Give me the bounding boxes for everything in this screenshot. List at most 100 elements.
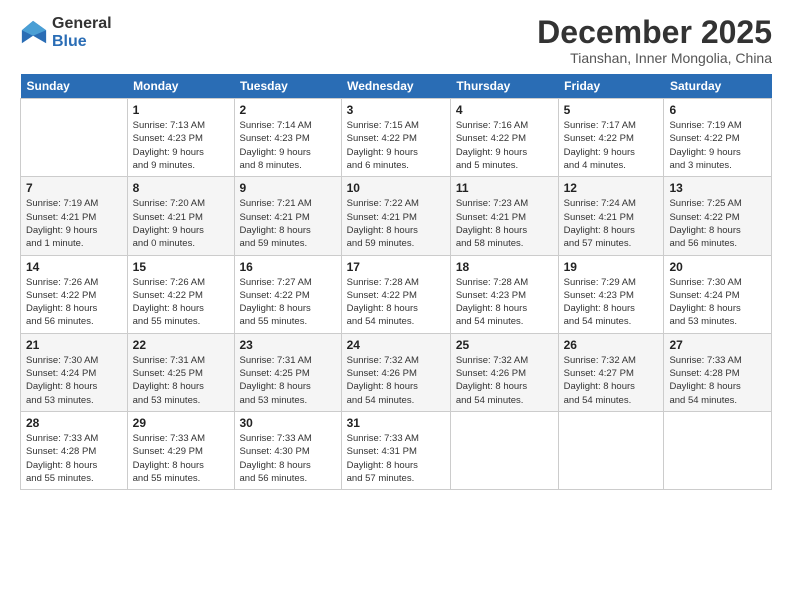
day-info: Sunrise: 7:19 AM Sunset: 4:22 PM Dayligh… bbox=[669, 119, 766, 172]
day-number: 10 bbox=[347, 181, 445, 195]
col-friday: Friday bbox=[558, 74, 664, 99]
calendar-cell: 28 Sunrise: 7:33 AM Sunset: 4:28 PM Dayli… bbox=[21, 411, 128, 489]
day-info: Sunrise: 7:32 AM Sunset: 4:26 PM Dayligh… bbox=[456, 354, 553, 407]
day-number: 19 bbox=[564, 260, 659, 274]
day-number: 11 bbox=[456, 181, 553, 195]
day-info: Sunrise: 7:30 AM Sunset: 4:24 PM Dayligh… bbox=[26, 354, 122, 407]
day-info: Sunrise: 7:27 AM Sunset: 4:22 PM Dayligh… bbox=[240, 276, 336, 329]
day-number: 5 bbox=[564, 103, 659, 117]
day-info: Sunrise: 7:33 AM Sunset: 4:28 PM Dayligh… bbox=[26, 432, 122, 485]
calendar-cell: 19 Sunrise: 7:29 AM Sunset: 4:23 PM Dayli… bbox=[558, 255, 664, 333]
day-info: Sunrise: 7:31 AM Sunset: 4:25 PM Dayligh… bbox=[133, 354, 229, 407]
logo-icon bbox=[20, 19, 48, 47]
calendar-cell: 23 Sunrise: 7:31 AM Sunset: 4:25 PM Dayli… bbox=[234, 333, 341, 411]
calendar-week-3: 14 Sunrise: 7:26 AM Sunset: 4:22 PM Dayli… bbox=[21, 255, 772, 333]
day-number: 20 bbox=[669, 260, 766, 274]
calendar-cell: 30Sunrise: 7:33 AM Sunset: 4:30 PM Dayli… bbox=[234, 411, 341, 489]
calendar-cell: 1Sunrise: 7:13 AM Sunset: 4:23 PM Daylig… bbox=[127, 99, 234, 177]
day-number: 6 bbox=[669, 103, 766, 117]
day-number: 23 bbox=[240, 338, 336, 352]
day-number: 9 bbox=[240, 181, 336, 195]
day-info: Sunrise: 7:30 AM Sunset: 4:24 PM Dayligh… bbox=[669, 276, 766, 329]
day-number: 7 bbox=[26, 181, 122, 195]
calendar-cell: 27 Sunrise: 7:33 AM Sunset: 4:28 PM Dayli… bbox=[664, 333, 772, 411]
day-number: 29 bbox=[133, 416, 229, 430]
calendar-cell: 3 Sunrise: 7:15 AM Sunset: 4:22 PM Daylig… bbox=[341, 99, 450, 177]
calendar-cell: 25 Sunrise: 7:32 AM Sunset: 4:26 PM Dayli… bbox=[450, 333, 558, 411]
calendar-cell: 15Sunrise: 7:26 AM Sunset: 4:22 PM Dayli… bbox=[127, 255, 234, 333]
day-number: 13 bbox=[669, 181, 766, 195]
calendar-cell: 9 Sunrise: 7:21 AM Sunset: 4:21 PM Daylig… bbox=[234, 177, 341, 255]
day-number: 12 bbox=[564, 181, 659, 195]
day-number: 25 bbox=[456, 338, 553, 352]
day-number: 2 bbox=[240, 103, 336, 117]
calendar-cell: 6 Sunrise: 7:19 AM Sunset: 4:22 PM Daylig… bbox=[664, 99, 772, 177]
calendar-week-4: 21 Sunrise: 7:30 AM Sunset: 4:24 PM Dayli… bbox=[21, 333, 772, 411]
day-number: 18 bbox=[456, 260, 553, 274]
day-number: 4 bbox=[456, 103, 553, 117]
day-number: 31 bbox=[347, 416, 445, 430]
day-info: Sunrise: 7:33 AM Sunset: 4:28 PM Dayligh… bbox=[669, 354, 766, 407]
header: General Blue December 2025 Tianshan, Inn… bbox=[20, 15, 772, 66]
calendar-cell: 10 Sunrise: 7:22 AM Sunset: 4:21 PM Dayli… bbox=[341, 177, 450, 255]
day-number: 14 bbox=[26, 260, 122, 274]
day-info: Sunrise: 7:22 AM Sunset: 4:21 PM Dayligh… bbox=[347, 197, 445, 250]
day-info: Sunrise: 7:29 AM Sunset: 4:23 PM Dayligh… bbox=[564, 276, 659, 329]
day-info: Sunrise: 7:28 AM Sunset: 4:22 PM Dayligh… bbox=[347, 276, 445, 329]
day-info: Sunrise: 7:19 AM Sunset: 4:21 PM Dayligh… bbox=[26, 197, 122, 250]
logo-text: General Blue bbox=[52, 15, 112, 51]
calendar-cell: 16Sunrise: 7:27 AM Sunset: 4:22 PM Dayli… bbox=[234, 255, 341, 333]
day-info: Sunrise: 7:32 AM Sunset: 4:26 PM Dayligh… bbox=[347, 354, 445, 407]
col-monday: Monday bbox=[127, 74, 234, 99]
day-number: 8 bbox=[133, 181, 229, 195]
day-info: Sunrise: 7:20 AM Sunset: 4:21 PM Dayligh… bbox=[133, 197, 229, 250]
day-info: Sunrise: 7:21 AM Sunset: 4:21 PM Dayligh… bbox=[240, 197, 336, 250]
day-info: Sunrise: 7:31 AM Sunset: 4:25 PM Dayligh… bbox=[240, 354, 336, 407]
day-info: Sunrise: 7:33 AM Sunset: 4:31 PM Dayligh… bbox=[347, 432, 445, 485]
calendar-cell bbox=[558, 411, 664, 489]
calendar-cell: 18 Sunrise: 7:28 AM Sunset: 4:23 PM Dayli… bbox=[450, 255, 558, 333]
day-number: 1 bbox=[133, 103, 229, 117]
day-number: 30 bbox=[240, 416, 336, 430]
day-info: Sunrise: 7:33 AM Sunset: 4:29 PM Dayligh… bbox=[133, 432, 229, 485]
day-number: 3 bbox=[347, 103, 445, 117]
calendar-cell: 26 Sunrise: 7:32 AM Sunset: 4:27 PM Dayli… bbox=[558, 333, 664, 411]
col-thursday: Thursday bbox=[450, 74, 558, 99]
day-number: 26 bbox=[564, 338, 659, 352]
page-container: General Blue December 2025 Tianshan, Inn… bbox=[0, 0, 792, 612]
calendar-week-5: 28 Sunrise: 7:33 AM Sunset: 4:28 PM Dayli… bbox=[21, 411, 772, 489]
calendar-cell: 24 Sunrise: 7:32 AM Sunset: 4:26 PM Dayli… bbox=[341, 333, 450, 411]
calendar-cell: 7 Sunrise: 7:19 AM Sunset: 4:21 PM Daylig… bbox=[21, 177, 128, 255]
col-saturday: Saturday bbox=[664, 74, 772, 99]
day-info: Sunrise: 7:32 AM Sunset: 4:27 PM Dayligh… bbox=[564, 354, 659, 407]
day-info: Sunrise: 7:26 AM Sunset: 4:22 PM Dayligh… bbox=[133, 276, 229, 329]
day-info: Sunrise: 7:14 AM Sunset: 4:23 PM Dayligh… bbox=[240, 119, 336, 172]
col-tuesday: Tuesday bbox=[234, 74, 341, 99]
calendar-body: 1Sunrise: 7:13 AM Sunset: 4:23 PM Daylig… bbox=[21, 99, 772, 490]
day-number: 27 bbox=[669, 338, 766, 352]
calendar-cell: 21 Sunrise: 7:30 AM Sunset: 4:24 PM Dayli… bbox=[21, 333, 128, 411]
day-info: Sunrise: 7:15 AM Sunset: 4:22 PM Dayligh… bbox=[347, 119, 445, 172]
title-block: December 2025 Tianshan, Inner Mongolia, … bbox=[537, 15, 772, 66]
day-number: 24 bbox=[347, 338, 445, 352]
calendar-cell: 12Sunrise: 7:24 AM Sunset: 4:21 PM Dayli… bbox=[558, 177, 664, 255]
month-title: December 2025 bbox=[537, 15, 772, 50]
day-number: 28 bbox=[26, 416, 122, 430]
calendar-cell: 14Sunrise: 7:26 AM Sunset: 4:22 PM Dayli… bbox=[21, 255, 128, 333]
calendar-cell: 2 Sunrise: 7:14 AM Sunset: 4:23 PM Daylig… bbox=[234, 99, 341, 177]
calendar-week-1: 1Sunrise: 7:13 AM Sunset: 4:23 PM Daylig… bbox=[21, 99, 772, 177]
day-info: Sunrise: 7:17 AM Sunset: 4:22 PM Dayligh… bbox=[564, 119, 659, 172]
day-number: 21 bbox=[26, 338, 122, 352]
calendar-cell bbox=[450, 411, 558, 489]
col-wednesday: Wednesday bbox=[341, 74, 450, 99]
calendar-cell: 29 Sunrise: 7:33 AM Sunset: 4:29 PM Dayli… bbox=[127, 411, 234, 489]
location-subtitle: Tianshan, Inner Mongolia, China bbox=[537, 50, 772, 66]
calendar-cell: 20 Sunrise: 7:30 AM Sunset: 4:24 PM Dayli… bbox=[664, 255, 772, 333]
calendar-cell: 31 Sunrise: 7:33 AM Sunset: 4:31 PM Dayli… bbox=[341, 411, 450, 489]
day-number: 22 bbox=[133, 338, 229, 352]
col-sunday: Sunday bbox=[21, 74, 128, 99]
calendar-cell: 5 Sunrise: 7:17 AM Sunset: 4:22 PM Daylig… bbox=[558, 99, 664, 177]
calendar-cell bbox=[664, 411, 772, 489]
day-info: Sunrise: 7:25 AM Sunset: 4:22 PM Dayligh… bbox=[669, 197, 766, 250]
day-info: Sunrise: 7:28 AM Sunset: 4:23 PM Dayligh… bbox=[456, 276, 553, 329]
